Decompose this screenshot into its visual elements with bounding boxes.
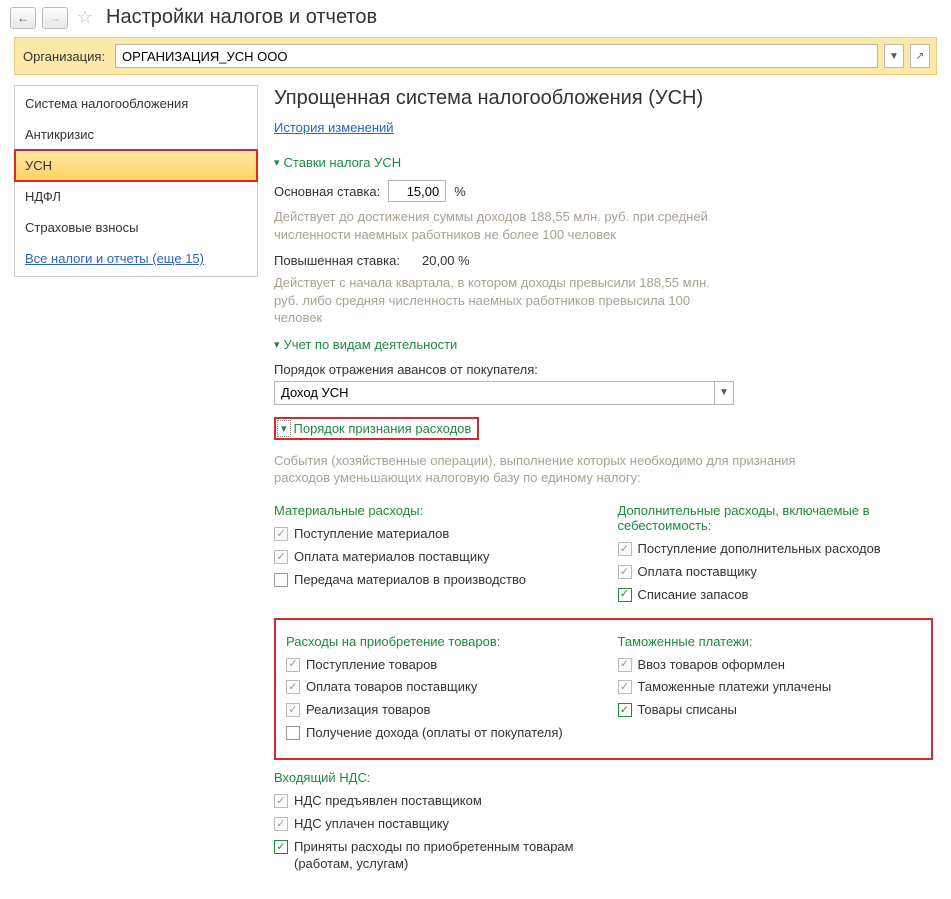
checkbox-locked: ✓	[618, 542, 632, 556]
history-link[interactable]: История изменений	[274, 120, 394, 135]
high-rate-label: Повышенная ставка:	[274, 253, 414, 268]
sidebar-item-ndfl[interactable]: НДФЛ	[15, 181, 257, 212]
goods-head: Расходы на приобретение товаров:	[286, 634, 590, 649]
rates-collapser[interactable]: ▾ Ставки налога УСН	[274, 155, 933, 170]
checkbox-locked: ✓	[274, 794, 288, 808]
expense-note: События (хозяйственные операции), выполн…	[274, 452, 834, 487]
rates-section-label: Ставки налога УСН	[284, 155, 402, 170]
checkbox-checked[interactable]: ✓	[618, 588, 632, 602]
chk-label: Получение дохода (оплаты от покупателя)	[306, 725, 563, 742]
activity-collapser[interactable]: ▾ Учет по видам деятельности	[274, 337, 933, 352]
checkbox-locked: ✓	[618, 680, 632, 694]
advance-dropdown: ▼	[274, 381, 734, 405]
expense-section-collapser[interactable]: ▾ Порядок признания расходов	[274, 417, 479, 440]
chk-label: Оплата поставщику	[638, 564, 757, 581]
chk-label: Поступление товаров	[306, 657, 437, 674]
high-rate-value: 20,00 %	[422, 253, 470, 268]
base-rate-row: Основная ставка: %	[274, 180, 933, 202]
chk-label: НДС уплачен поставщику	[294, 816, 449, 833]
organization-open-button[interactable]: ↗	[910, 44, 930, 68]
chk-label: Списание запасов	[638, 587, 749, 604]
organization-label: Организация:	[21, 49, 109, 64]
material-head: Материальные расходы:	[274, 503, 590, 518]
expense-section-label: Порядок признания расходов	[294, 421, 472, 436]
organization-dropdown-button[interactable]: ▼	[884, 44, 904, 68]
chk-label: НДС предъявлен поставщиком	[294, 793, 482, 810]
activity-section-label: Учет по видам деятельности	[284, 337, 458, 352]
chk-label: Оплата товаров поставщику	[306, 679, 477, 696]
favorite-star-icon[interactable]: ☆	[74, 7, 96, 29]
sidebar-item-anticrisis[interactable]: Антикризис	[15, 119, 257, 150]
advance-input[interactable]	[274, 381, 714, 405]
checkbox-checked[interactable]: ✓	[618, 703, 632, 717]
page-title: Настройки налогов и отчетов	[106, 6, 377, 29]
advance-dropdown-button[interactable]: ▼	[714, 381, 734, 405]
base-rate-note: Действует до достижения суммы доходов 18…	[274, 208, 734, 243]
checkbox-locked: ✓	[286, 703, 300, 717]
checkbox-locked: ✓	[286, 680, 300, 694]
base-rate-label: Основная ставка:	[274, 184, 380, 199]
advance-label: Порядок отражения авансов от покупателя:	[274, 362, 933, 377]
additional-head: Дополнительные расходы, включаемые в себ…	[618, 503, 934, 533]
chevron-down-icon: ▾	[274, 156, 280, 169]
organization-input[interactable]	[115, 44, 878, 68]
customs-head: Таможенные платежи:	[618, 634, 922, 649]
main-heading: Упрощенная система налогообложения (УСН)	[274, 87, 933, 110]
sidebar-more-link[interactable]: Все налоги и отчеты (еще 15)	[25, 251, 204, 266]
checkbox-locked: ✓	[274, 817, 288, 831]
chk-label: Таможенные платежи уплачены	[638, 679, 832, 696]
checkbox-locked: ✓	[274, 527, 288, 541]
checkbox-locked: ✓	[618, 565, 632, 579]
checkbox-locked: ✓	[274, 550, 288, 564]
chk-label: Поступление дополнительных расходов	[638, 541, 881, 558]
chk-label: Оплата материалов поставщику	[294, 549, 489, 566]
vat-head: Входящий НДС:	[274, 770, 933, 785]
sidebar-item-usn[interactable]: УСН	[15, 150, 257, 181]
chk-label: Товары списаны	[638, 702, 737, 719]
nav-forward-button[interactable]: →	[42, 7, 68, 29]
organization-bar: Организация: ▼ ↗	[14, 37, 937, 75]
goods-customs-highlight: Расходы на приобретение товаров: ✓ Поступ…	[274, 618, 933, 761]
base-rate-input[interactable]	[388, 180, 446, 202]
checkbox-locked: ✓	[618, 658, 632, 672]
sidebar: Система налогообложения Антикризис УСН Н…	[14, 85, 258, 277]
chevron-down-icon: ▾	[274, 338, 280, 351]
percent-sign: %	[454, 184, 466, 199]
chk-label: Реализация товаров	[306, 702, 430, 719]
nav-back-button[interactable]: ←	[10, 7, 36, 29]
high-rate-row: Повышенная ставка: 20,00 %	[274, 253, 933, 268]
chk-label: Приняты расходы по приобретенным товарам…	[294, 839, 614, 873]
chk-label: Ввоз товаров оформлен	[638, 657, 785, 674]
checkbox[interactable]	[274, 573, 288, 587]
chk-label: Поступление материалов	[294, 526, 449, 543]
checkbox-locked: ✓	[286, 658, 300, 672]
titlebar: ← → ☆ Настройки налогов и отчетов	[0, 0, 951, 37]
sidebar-more-link-wrap: Все налоги и отчеты (еще 15)	[15, 243, 257, 274]
checkbox[interactable]	[286, 726, 300, 740]
chk-label: Передача материалов в производство	[294, 572, 526, 589]
main-content: Упрощенная система налогообложения (УСН)…	[274, 85, 937, 899]
sidebar-item-insurance[interactable]: Страховые взносы	[15, 212, 257, 243]
chevron-down-icon: ▾	[278, 421, 290, 436]
high-rate-note: Действует с начала квартала, в котором д…	[274, 274, 734, 327]
sidebar-item-tax-system[interactable]: Система налогообложения	[15, 88, 257, 119]
